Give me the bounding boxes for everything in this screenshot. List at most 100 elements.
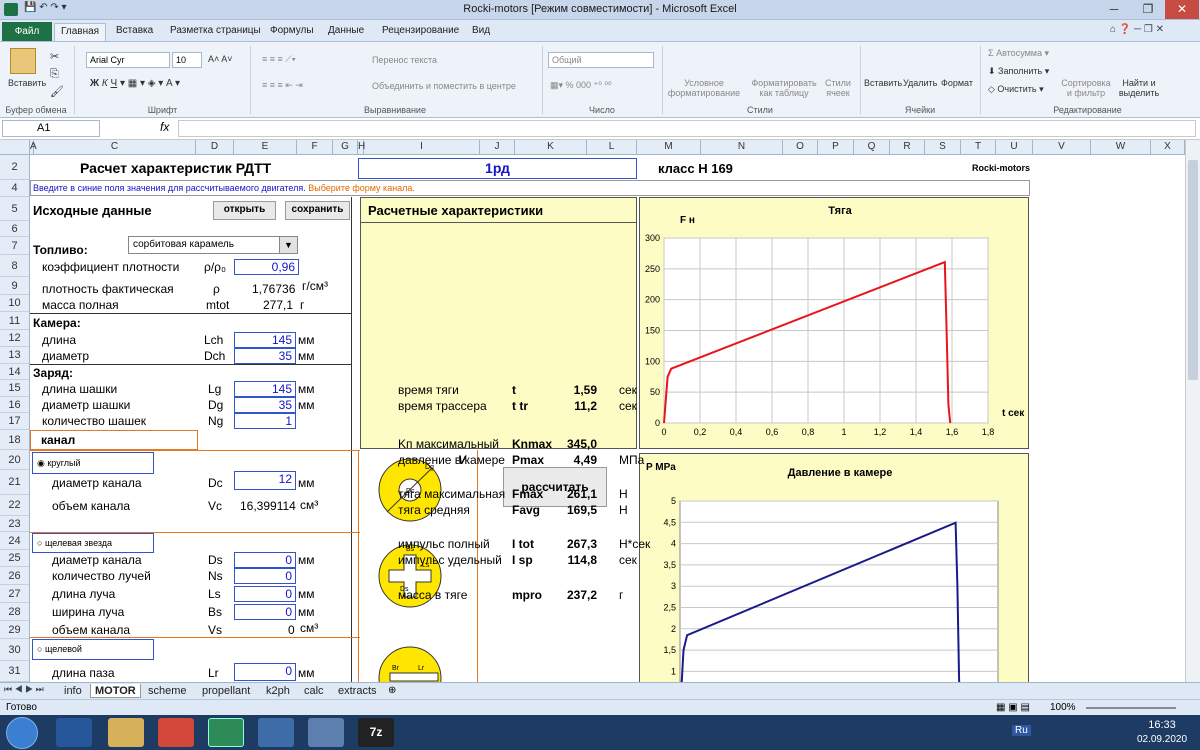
font-size-select[interactable]: 10 (172, 52, 202, 68)
clear-button[interactable]: ◇ Очистить ▾ (988, 84, 1044, 95)
tab-nav-icons[interactable]: ⏮ ◀ ▶ ⏭ (4, 684, 44, 695)
start-button[interactable] (6, 717, 38, 749)
sheet-tab-motor[interactable]: MOTOR (90, 684, 141, 698)
tab-formulas[interactable]: Формулы (264, 23, 320, 41)
autosum-button[interactable]: Σ Автосумма ▾ (988, 48, 1049, 59)
ie-icon[interactable] (56, 718, 92, 747)
col-header[interactable]: I (364, 140, 480, 155)
sheet-tab-calc[interactable]: calc (300, 684, 328, 698)
col-header[interactable]: D (196, 140, 234, 155)
row-header[interactable]: 7 (0, 237, 29, 255)
merge-center-button[interactable]: Объединить и поместить в центре (372, 81, 516, 91)
star-length-input[interactable]: 0 (234, 586, 296, 602)
col-header[interactable]: Q (854, 140, 890, 155)
bold-italic-underline[interactable]: Ж К Ч ▾ ▦ ▾ ◈ ▾ A ▾ (90, 78, 180, 89)
row-header[interactable]: 21 (0, 470, 29, 495)
insert-cells-button[interactable]: Вставить (864, 78, 902, 88)
row-header[interactable]: 27 (0, 585, 29, 603)
col-header[interactable]: F (297, 140, 333, 155)
sheet-tab-extracts[interactable]: extracts (334, 684, 381, 698)
clock-date[interactable]: 02.09.2020 (1132, 734, 1192, 745)
sort-filter-button[interactable]: Сортировка и фильтр (1058, 78, 1114, 98)
col-header[interactable]: C (34, 140, 196, 155)
find-select-button[interactable]: Найти и выделить (1114, 78, 1164, 98)
row-header[interactable]: 20 (0, 450, 29, 470)
star-diameter-input[interactable]: 0 (234, 552, 296, 568)
round-diameter-input[interactable]: 12 (234, 471, 296, 490)
view-mode-icons[interactable]: ▦ ▣ ▤ (996, 702, 1030, 713)
row-header[interactable]: 14 (0, 364, 29, 380)
fuel-select[interactable]: сорбитовая карамель (128, 236, 298, 254)
open-button[interactable]: открыть (213, 201, 276, 220)
align-left-icon[interactable]: ≡ ≡ ≡ ⇤ ⇥ (262, 80, 303, 91)
format-table-button[interactable]: Форматировать как таблицу (746, 78, 822, 98)
align-top-icon[interactable]: ≡ ≡ ≡ ⟋▾ (262, 54, 296, 65)
row-header[interactable]: 25 (0, 550, 29, 567)
grain-length-input[interactable]: 145 (234, 381, 296, 397)
tab-page-layout[interactable]: Разметка страницы (164, 23, 267, 41)
minimize-icon[interactable]: ─ (1097, 0, 1131, 19)
fx-icon[interactable]: fx (160, 120, 169, 134)
col-header[interactable]: M (637, 140, 701, 155)
row-header[interactable]: 11 (0, 312, 29, 330)
radio-round[interactable]: ◉ круглый (32, 452, 154, 474)
col-header[interactable]: K (515, 140, 587, 155)
file-tab[interactable]: Файл (2, 22, 52, 41)
language-indicator[interactable]: Ru (1012, 725, 1031, 736)
sheet-tab-scheme[interactable]: scheme (144, 684, 191, 698)
col-header[interactable]: L (587, 140, 637, 155)
row-header[interactable]: 23 (0, 516, 29, 532)
number-format-icons[interactable]: ▦▾ % 000 ⁺⁰ ⁰⁰ (550, 80, 612, 91)
paste-icon[interactable] (10, 48, 36, 74)
cell-styles-button[interactable]: Стили ячеек (820, 78, 856, 98)
number-format-select[interactable]: Общий (548, 52, 654, 68)
col-header[interactable]: G (333, 140, 358, 155)
tab-data[interactable]: Данные (322, 23, 370, 41)
zoom-level[interactable]: 100% (1050, 702, 1076, 713)
col-header[interactable]: P (818, 140, 854, 155)
row-header[interactable]: 16 (0, 397, 29, 413)
app-icon[interactable] (308, 718, 344, 747)
chrome-icon[interactable] (158, 718, 194, 747)
density-coef-input[interactable]: 0,96 (234, 259, 299, 275)
col-header[interactable]: J (480, 140, 515, 155)
vertical-scrollbar[interactable] (1185, 140, 1200, 682)
paste-label[interactable]: Вставить (8, 78, 46, 88)
star-width-input[interactable]: 0 (234, 604, 296, 620)
grain-count-input[interactable]: 1 (234, 413, 296, 429)
col-header[interactable]: T (961, 140, 996, 155)
sheet-tab-propellant[interactable]: propellant (198, 684, 254, 698)
sheet-tab-info[interactable]: info (60, 684, 86, 698)
tab-view[interactable]: Вид (466, 23, 496, 41)
row-header[interactable]: 15 (0, 380, 29, 397)
row-header[interactable]: 29 (0, 621, 29, 639)
col-header[interactable]: E (234, 140, 297, 155)
row-header[interactable]: 26 (0, 567, 29, 585)
radio-slot[interactable]: ○ щелевой (32, 639, 154, 660)
col-header[interactable]: N (701, 140, 783, 155)
row-header[interactable]: 13 (0, 347, 29, 364)
tab-review[interactable]: Рецензирование (376, 23, 465, 41)
font-name-select[interactable]: Arial Cyr (86, 52, 170, 68)
sheet-tab-k2ph[interactable]: k2ph (262, 684, 294, 698)
grain-diameter-input[interactable]: 35 (234, 397, 296, 413)
format-cells-button[interactable]: Формат (941, 78, 973, 88)
clock-time[interactable]: 16:33 (1132, 719, 1192, 731)
row-header[interactable]: 8 (0, 255, 29, 277)
row-header[interactable]: 18 (0, 430, 29, 450)
zoom-slider[interactable] (1086, 707, 1176, 709)
row-header[interactable]: 9 (0, 277, 29, 295)
col-header[interactable]: U (996, 140, 1033, 155)
row-header[interactable]: 4 (0, 180, 29, 197)
close-icon[interactable]: ✕ (1165, 0, 1199, 19)
new-sheet-icon[interactable]: ⊕ (388, 685, 396, 696)
row-header[interactable]: 2 (0, 155, 29, 180)
explorer-icon[interactable] (108, 718, 144, 747)
chamber-length-input[interactable]: 145 (234, 332, 296, 348)
copy-icon[interactable]: ⎘ (50, 68, 59, 81)
app-icon[interactable] (258, 718, 294, 747)
excel-taskbar-icon[interactable] (208, 718, 244, 747)
chamber-diameter-input[interactable]: 35 (234, 348, 296, 364)
tab-insert[interactable]: Вставка (110, 23, 159, 41)
slot-length-input[interactable]: 0 (234, 663, 296, 681)
